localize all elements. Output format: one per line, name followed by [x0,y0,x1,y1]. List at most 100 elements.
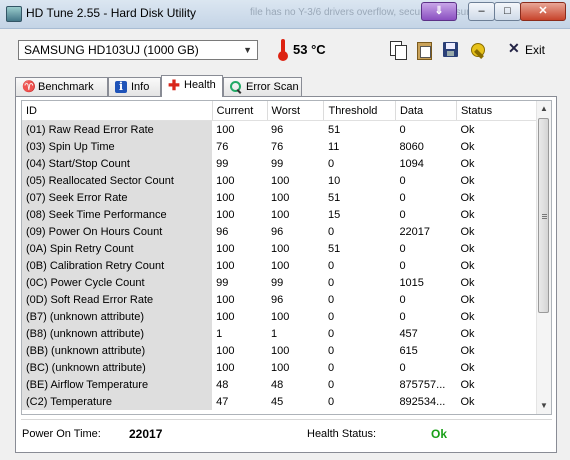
cell-worst: 76 [271,140,284,153]
cell-id: (B7) (unknown attribute) [22,308,213,325]
cell-threshold: 0 [327,378,335,391]
clipboard-icon[interactable] [414,40,434,60]
column-header-id[interactable]: ID [22,101,213,121]
table-row[interactable]: (0D) Soft Read Error Rate 100 96 0 0 Ok [22,291,539,308]
title-bar: HD Tune 2.55 - Hard Disk Utility file ha… [0,0,570,29]
cell-current: 100 [216,361,235,374]
magnifier-icon [230,81,242,93]
cell-current: 100 [216,174,235,187]
cell-data: 0 [399,123,406,136]
exit-icon: ✕ [508,40,520,56]
table-row[interactable]: (C2) Temperature 47 45 0 892534... Ok [22,393,539,410]
cell-worst: 99 [271,157,284,170]
tab-benchmark[interactable]: ♈ Benchmark [15,77,108,96]
cell-data: 615 [399,344,418,357]
extra-title-button[interactable]: ⇓ [421,2,457,21]
cell-status: Ok [460,276,475,289]
smart-table: ID Current Worst Threshold Data Status (… [22,101,540,410]
grip-icon [542,213,547,220]
thermometer-icon [278,39,288,61]
cell-threshold: 0 [327,276,335,289]
temperature-readout: 53 °C [293,42,326,57]
cell-id: (0B) Calibration Retry Count [22,257,213,274]
column-header-threshold[interactable]: Threshold [323,101,396,121]
scrollbar-thumb[interactable] [538,118,549,313]
cell-data: 0 [399,174,406,187]
vertical-scrollbar[interactable]: ▲ ▼ [536,101,551,414]
cell-status: Ok [460,208,475,221]
table-row[interactable]: (03) Spin Up Time 76 76 11 8060 Ok [22,138,539,155]
cell-current: 100 [216,191,235,204]
cell-threshold: 0 [327,310,335,323]
close-button[interactable]: ✕ [520,2,566,21]
tab-label: Error Scan [246,81,299,93]
maximize-button[interactable]: □ [494,2,521,21]
cell-threshold: 0 [327,361,335,374]
save-icon[interactable] [441,40,461,60]
table-row[interactable]: (01) Raw Read Error Rate 100 96 51 0 Ok [22,120,539,138]
cell-id: (04) Start/Stop Count [22,155,213,172]
cell-status: Ok [460,293,475,306]
scroll-up-icon[interactable]: ▲ [537,101,551,117]
table-row[interactable]: (B7) (unknown attribute) 100 100 0 0 Ok [22,308,539,325]
tab-error-scan[interactable]: Error Scan [223,77,302,96]
cell-id: (B8) (unknown attribute) [22,325,213,342]
table-row[interactable]: (05) Reallocated Sector Count 100 100 10 0 Ok [22,172,539,189]
tab-label: Info [131,81,150,93]
cell-worst: 100 [271,361,290,374]
health-panel: ID Current Worst Threshold Data Status (… [15,96,557,453]
table-row[interactable]: (04) Start/Stop Count 99 99 0 1094 Ok [22,155,539,172]
cell-id: (C2) Temperature [22,393,213,410]
cell-id: (05) Reallocated Sector Count [22,172,213,189]
cell-data: 875757... [399,378,446,391]
cell-data: 1094 [399,157,424,170]
table-row[interactable]: (BC) (unknown attribute) 100 100 0 0 Ok [22,359,539,376]
cell-id: (01) Raw Read Error Rate [22,120,213,138]
tab-health[interactable]: ✚ Health [161,75,223,97]
cell-threshold: 0 [327,395,335,408]
cell-worst: 100 [271,208,290,221]
cell-status: Ok [460,361,475,374]
column-header-current[interactable]: Current [212,101,268,121]
cell-status: Ok [460,327,475,340]
cell-status: Ok [460,174,475,187]
tab-info[interactable]: i Info [108,77,161,96]
minimize-button[interactable]: – [468,2,495,21]
cell-worst: 96 [271,123,284,136]
table-row[interactable]: (08) Seek Time Performance 100 100 15 0 Ok [22,206,539,223]
column-header-data[interactable]: Data [395,101,457,121]
table-row[interactable]: (BB) (unknown attribute) 100 100 0 615 Ok [22,342,539,359]
cell-status: Ok [460,242,475,255]
cell-current: 100 [216,310,235,323]
table-row[interactable]: (07) Seek Error Rate 100 100 51 0 Ok [22,189,539,206]
cell-data: 0 [399,208,406,221]
column-header-worst[interactable]: Worst [267,101,325,121]
app-icon [6,6,22,22]
drive-select[interactable]: SAMSUNG HD103UJ (1000 GB) ▼ [18,40,258,60]
cell-threshold: 0 [327,327,335,340]
cell-data: 892534... [399,395,446,408]
column-header-status[interactable]: Status [456,101,540,121]
table-row[interactable]: (BE) Airflow Temperature 48 48 0 875757... Ok [22,376,539,393]
power-on-value: 22017 [129,427,163,441]
table-row[interactable]: (B8) (unknown attribute) 1 1 0 457 Ok [22,325,539,342]
options-icon[interactable] [468,40,488,60]
cell-current: 100 [216,242,235,255]
table-row[interactable]: (0B) Calibration Retry Count 100 100 0 0 Ok [22,257,539,274]
cell-threshold: 51 [327,123,341,136]
table-row[interactable]: (09) Power On Hours Count 96 96 0 22017 Ok [22,223,539,240]
cell-id: (0D) Soft Read Error Rate [22,291,213,308]
power-on-label: Power On Time: [22,428,101,440]
exit-button[interactable]: ✕ Exit [506,40,546,60]
cell-current: 100 [216,123,235,136]
copy-icon[interactable] [388,40,408,60]
table-row[interactable]: (0A) Spin Retry Count 100 100 51 0 Ok [22,240,539,257]
cell-status: Ok [460,395,475,408]
scroll-down-icon[interactable]: ▼ [537,398,551,414]
cell-status: Ok [460,191,475,204]
cell-data: 0 [399,293,406,306]
cell-data: 8060 [399,140,424,153]
table-row[interactable]: (0C) Power Cycle Count 99 99 0 1015 Ok [22,274,539,291]
cell-id: (0A) Spin Retry Count [22,240,213,257]
cell-data: 0 [399,191,406,204]
